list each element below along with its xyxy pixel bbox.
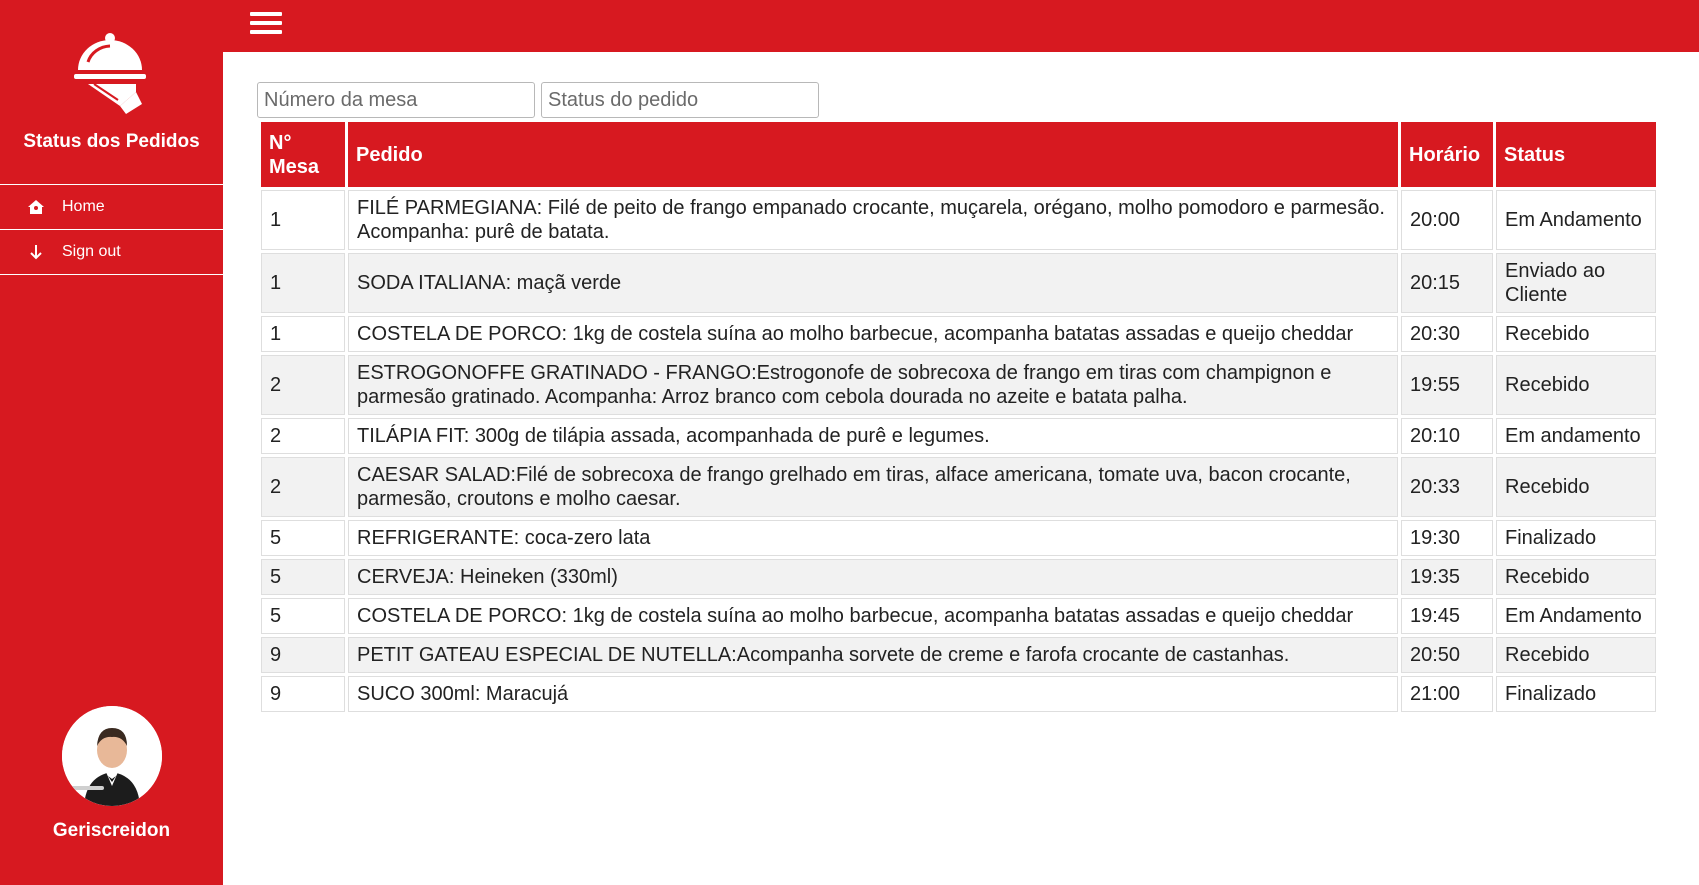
cell-order: FILÉ PARMEGIANA: Filé de peito de frango… bbox=[348, 190, 1398, 250]
cell-time: 19:55 bbox=[1401, 355, 1493, 415]
cell-order: TILÁPIA FIT: 300g de tilápia assada, aco… bbox=[348, 418, 1398, 454]
waiter-cloche-logo-icon bbox=[74, 33, 146, 114]
column-header-order: Pedido bbox=[348, 122, 1398, 187]
cell-status: Recebido bbox=[1496, 457, 1656, 517]
cell-status: Enviado ao Cliente bbox=[1496, 253, 1656, 313]
table-row: 2 TILÁPIA FIT: 300g de tilápia assada, a… bbox=[261, 418, 1656, 454]
cell-time: 20:00 bbox=[1401, 190, 1493, 250]
cell-table-number: 1 bbox=[261, 316, 345, 352]
hamburger-menu-icon[interactable] bbox=[250, 12, 282, 38]
cell-status: Em Andamento bbox=[1496, 190, 1656, 250]
cell-status: Recebido bbox=[1496, 316, 1656, 352]
cell-status: Recebido bbox=[1496, 637, 1656, 673]
table-row: 1 SODA ITALIANA: maçã verde 20:15 Enviad… bbox=[261, 253, 1656, 313]
cell-table-number: 2 bbox=[261, 457, 345, 517]
cell-status: Recebido bbox=[1496, 355, 1656, 415]
table-row: 2 ESTROGONOFFE GRATINADO - FRANGO:Estrog… bbox=[261, 355, 1656, 415]
table-row: 5 CERVEJA: Heineken (330ml) 19:35 Recebi… bbox=[261, 559, 1656, 595]
table-row: 9 SUCO 300ml: Maracujá 21:00 Finalizado bbox=[261, 676, 1656, 712]
cell-status: Finalizado bbox=[1496, 676, 1656, 712]
cell-table-number: 1 bbox=[261, 253, 345, 313]
sidebar-item-sign-out[interactable]: Sign out bbox=[0, 230, 223, 275]
order-status-input[interactable] bbox=[541, 82, 819, 118]
sidebar-item-home[interactable]: Home bbox=[0, 185, 223, 230]
cell-time: 19:30 bbox=[1401, 520, 1493, 556]
cell-table-number: 5 bbox=[261, 598, 345, 634]
cell-table-number: 5 bbox=[261, 559, 345, 595]
cell-time: 21:00 bbox=[1401, 676, 1493, 712]
cell-table-number: 1 bbox=[261, 190, 345, 250]
app-title: Status dos Pedidos bbox=[23, 131, 200, 152]
cell-time: 19:45 bbox=[1401, 598, 1493, 634]
table-row: 2 CAESAR SALAD:Filé de sobrecoxa de fran… bbox=[261, 457, 1656, 517]
cell-table-number: 2 bbox=[261, 355, 345, 415]
cell-order: CERVEJA: Heineken (330ml) bbox=[348, 559, 1398, 595]
cell-order: REFRIGERANTE: coca-zero lata bbox=[348, 520, 1398, 556]
user-name: Geriscreidon bbox=[52, 820, 171, 841]
arrow-down-icon bbox=[26, 243, 46, 261]
user-profile: Geriscreidon bbox=[0, 706, 223, 842]
filters bbox=[257, 82, 819, 118]
cell-status: Em Andamento bbox=[1496, 598, 1656, 634]
table-row: 9 PETIT GATEAU ESPECIAL DE NUTELLA:Acomp… bbox=[261, 637, 1656, 673]
cell-table-number: 2 bbox=[261, 418, 345, 454]
sidebar-item-label: Home bbox=[62, 198, 105, 215]
cell-order: SUCO 300ml: Maracujá bbox=[348, 676, 1398, 712]
table-header-row: N° Mesa Pedido Horário Status bbox=[261, 122, 1656, 187]
orders-table: N° Mesa Pedido Horário Status 1 FILÉ PAR… bbox=[258, 119, 1659, 715]
cell-order: SODA ITALIANA: maçã verde bbox=[348, 253, 1398, 313]
home-icon bbox=[26, 198, 46, 216]
table-row: 5 COSTELA DE PORCO: 1kg de costela suína… bbox=[261, 598, 1656, 634]
cell-status: Finalizado bbox=[1496, 520, 1656, 556]
cell-order: PETIT GATEAU ESPECIAL DE NUTELLA:Acompan… bbox=[348, 637, 1398, 673]
table-number-input[interactable] bbox=[257, 82, 535, 118]
cell-table-number: 9 bbox=[261, 637, 345, 673]
cell-time: 20:15 bbox=[1401, 253, 1493, 313]
sidebar-item-label: Sign out bbox=[62, 243, 121, 260]
sidebar: Status dos Pedidos Home Sign out Geriscr… bbox=[0, 0, 223, 885]
cell-order: COSTELA DE PORCO: 1kg de costela suína a… bbox=[348, 316, 1398, 352]
table-row: 5 REFRIGERANTE: coca-zero lata 19:30 Fin… bbox=[261, 520, 1656, 556]
cell-table-number: 9 bbox=[261, 676, 345, 712]
table-row: 1 FILÉ PARMEGIANA: Filé de peito de fran… bbox=[261, 190, 1656, 250]
cell-order: COSTELA DE PORCO: 1kg de costela suína a… bbox=[348, 598, 1398, 634]
app: Status dos Pedidos Home Sign out Geriscr… bbox=[0, 0, 1699, 885]
column-header-time: Horário bbox=[1401, 122, 1493, 187]
column-header-status: Status bbox=[1496, 122, 1656, 187]
table-row: 1 COSTELA DE PORCO: 1kg de costela suína… bbox=[261, 316, 1656, 352]
cell-time: 20:50 bbox=[1401, 637, 1493, 673]
cell-order: CAESAR SALAD:Filé de sobrecoxa de frango… bbox=[348, 457, 1398, 517]
sidebar-nav: Home Sign out bbox=[0, 184, 223, 275]
top-bar bbox=[0, 0, 1699, 52]
cell-table-number: 5 bbox=[261, 520, 345, 556]
cell-time: 20:30 bbox=[1401, 316, 1493, 352]
avatar bbox=[61, 706, 162, 806]
cell-order: ESTROGONOFFE GRATINADO - FRANGO:Estrogon… bbox=[348, 355, 1398, 415]
column-header-table-number: N° Mesa bbox=[261, 122, 345, 187]
cell-time: 20:10 bbox=[1401, 418, 1493, 454]
cell-status: Em andamento bbox=[1496, 418, 1656, 454]
cell-time: 20:33 bbox=[1401, 457, 1493, 517]
cell-time: 19:35 bbox=[1401, 559, 1493, 595]
cell-status: Recebido bbox=[1496, 559, 1656, 595]
